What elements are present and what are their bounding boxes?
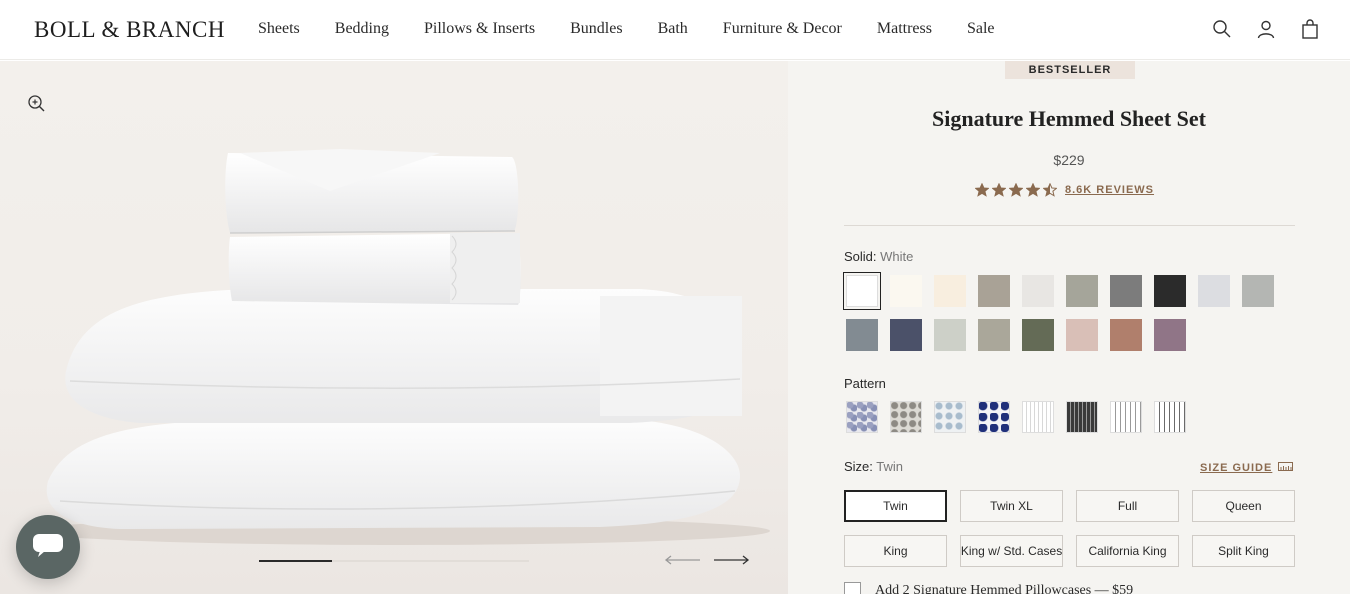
arrow-right-icon[interactable] <box>712 551 750 569</box>
color-swatch[interactable] <box>1242 275 1274 307</box>
nav-item-furniture-decor[interactable]: Furniture & Decor <box>723 20 842 38</box>
reviews-link[interactable]: 8.6K REVIEWS <box>1065 184 1154 196</box>
gallery-progress-fill <box>259 560 332 562</box>
pattern-swatch-floral-blue[interactable] <box>846 401 878 433</box>
pattern-label: Pattern <box>844 376 886 391</box>
main-nav: Sheets Bedding Pillows & Inserts Bundles… <box>258 20 1030 38</box>
account-icon[interactable] <box>1256 19 1276 41</box>
star-icon <box>975 183 989 197</box>
color-swatch[interactable] <box>1154 275 1186 307</box>
product-photo <box>30 149 770 545</box>
star-icon <box>1026 183 1040 197</box>
color-swatch[interactable] <box>843 272 881 310</box>
color-swatch[interactable] <box>1022 319 1054 351</box>
product-rating[interactable]: 8.6K REVIEWS <box>975 183 1154 197</box>
arrow-left-icon[interactable] <box>664 551 702 569</box>
size-selected-value: Twin <box>876 459 904 474</box>
gallery-progress-bar <box>259 560 529 562</box>
nav-item-mattress[interactable]: Mattress <box>877 20 932 38</box>
bestseller-badge: BESTSELLER <box>1005 61 1135 79</box>
color-swatch[interactable] <box>934 319 966 351</box>
solid-label-text: Solid: <box>844 249 877 264</box>
size-option-split-king[interactable]: Split King <box>1192 535 1295 567</box>
size-option-king-std-cases[interactable]: King w/ Std. Cases <box>960 535 1063 567</box>
solid-selected-value: White <box>880 249 914 264</box>
color-swatch[interactable] <box>890 319 922 351</box>
site-header: BOLL & BRANCH Sheets Bedding Pillows & I… <box>0 0 1350 60</box>
size-option-california-king[interactable]: California King <box>1076 535 1179 567</box>
pattern-swatch-floral-light[interactable] <box>934 401 966 433</box>
star-icon <box>992 183 1006 197</box>
star-icon <box>1043 183 1057 197</box>
color-swatch[interactable] <box>1198 275 1230 307</box>
color-swatch[interactable] <box>846 319 878 351</box>
color-swatch[interactable] <box>978 275 1010 307</box>
cart-icon[interactable] <box>1300 19 1320 41</box>
color-swatch[interactable] <box>978 319 1010 351</box>
pattern-swatch-floral-navy[interactable] <box>978 401 1010 433</box>
color-swatch[interactable] <box>1154 319 1186 351</box>
pattern-swatch-stripe-charcoal[interactable] <box>1066 401 1098 433</box>
nav-item-bath[interactable]: Bath <box>658 20 688 38</box>
nav-item-bedding[interactable]: Bedding <box>335 20 389 38</box>
size-label-text: Size: <box>844 459 873 474</box>
chat-bubble-icon <box>32 532 64 563</box>
search-icon[interactable] <box>1212 19 1232 41</box>
size-option-queen[interactable]: Queen <box>1192 490 1295 522</box>
color-swatch[interactable] <box>1022 275 1054 307</box>
pattern-swatch-floral-gray[interactable] <box>890 401 922 433</box>
color-swatch[interactable] <box>934 275 966 307</box>
product-price: $229 <box>1053 152 1085 168</box>
product-details-panel: BESTSELLER Signature Hemmed Sheet Set $2… <box>788 61 1350 594</box>
brand-logo[interactable]: BOLL & BRANCH <box>34 17 225 43</box>
zoom-icon[interactable] <box>27 94 47 114</box>
color-swatch[interactable] <box>1066 319 1098 351</box>
size-option-twin-xl[interactable]: Twin XL <box>960 490 1063 522</box>
gallery-arrows <box>664 551 750 569</box>
nav-item-bundles[interactable]: Bundles <box>570 20 622 38</box>
pattern-swatch-stripe-dark[interactable] <box>1154 401 1186 433</box>
color-swatch[interactable] <box>1110 275 1142 307</box>
chat-button[interactable] <box>16 515 80 579</box>
color-swatch[interactable] <box>890 275 922 307</box>
header-icons <box>1212 19 1320 41</box>
ruler-icon <box>1278 462 1294 474</box>
size-guide-link[interactable]: SIZE GUIDE <box>1200 462 1294 474</box>
star-rating <box>975 183 1057 197</box>
star-icon <box>1009 183 1023 197</box>
color-swatch[interactable] <box>1110 319 1142 351</box>
product-image-gallery[interactable] <box>0 61 788 594</box>
nav-item-pillows-inserts[interactable]: Pillows & Inserts <box>424 20 535 38</box>
pattern-swatch-stripe-gray[interactable] <box>1110 401 1142 433</box>
size-guide-text: SIZE GUIDE <box>1200 462 1273 474</box>
addon-checkbox[interactable] <box>844 582 861 594</box>
size-option-full[interactable]: Full <box>1076 490 1179 522</box>
size-option-twin[interactable]: Twin <box>844 490 947 522</box>
nav-item-sale[interactable]: Sale <box>967 20 995 38</box>
solid-color-label: Solid: White <box>844 249 913 264</box>
nav-item-sheets[interactable]: Sheets <box>258 20 300 38</box>
size-option-king[interactable]: King <box>844 535 947 567</box>
product-title: Signature Hemmed Sheet Set <box>932 106 1206 131</box>
size-label: Size: Twin <box>844 459 903 474</box>
color-swatch[interactable] <box>1066 275 1098 307</box>
divider <box>844 225 1295 226</box>
pillowcase-addon[interactable]: Add 2 Signature Hemmed Pillowcases — $59 <box>844 582 1133 594</box>
pattern-swatch-pinstripe-light[interactable] <box>1022 401 1054 433</box>
addon-label: Add 2 Signature Hemmed Pillowcases — $59 <box>875 582 1134 594</box>
